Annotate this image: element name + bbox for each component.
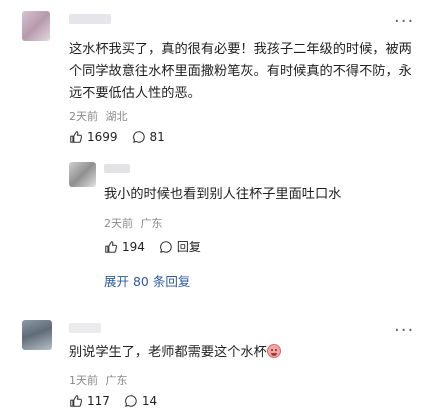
expand-replies-link[interactable]: 展开 80 条回复 bbox=[104, 271, 190, 290]
comment-icon bbox=[124, 395, 137, 407]
comment-meta: 1天前 广东 bbox=[69, 372, 128, 388]
comment-button[interactable]: 14 bbox=[124, 394, 157, 408]
reply-meta: 2天前 广东 bbox=[104, 215, 163, 231]
reply-label: 回复 bbox=[176, 240, 201, 254]
reply-button[interactable]: 回复 bbox=[159, 238, 201, 255]
avatar[interactable] bbox=[22, 11, 50, 41]
like-button[interactable]: 1699 bbox=[69, 130, 118, 144]
reply-text: 我小的时候也看到别人往杯子里面吐口水 bbox=[104, 187, 342, 202]
comment-button[interactable]: 81 bbox=[132, 130, 165, 144]
avatar[interactable] bbox=[22, 320, 52, 350]
comment-count: 14 bbox=[141, 394, 158, 408]
thumbs-up-icon bbox=[105, 240, 118, 253]
comment-time: 2天前 bbox=[69, 110, 98, 123]
laughing-emoji-icon bbox=[266, 344, 281, 358]
comment-location: 广东 bbox=[105, 374, 128, 387]
username[interactable] bbox=[69, 323, 101, 333]
more-dots-icon[interactable]: ··· bbox=[394, 13, 414, 31]
like-count: 117 bbox=[87, 394, 110, 408]
thumbs-up-icon bbox=[70, 131, 83, 143]
reply-avatar[interactable] bbox=[69, 162, 96, 187]
comment-icon bbox=[132, 131, 145, 143]
comment-actions: 117 14 bbox=[69, 394, 157, 408]
comment-text: 这水杯我买了，真的很有必要！我孩子二年级的时候，被两个同学故意往水杯里面撒粉笔灰… bbox=[69, 42, 412, 101]
more-dots-icon[interactable]: ··· bbox=[394, 322, 414, 340]
reply-actions: 194 回复 bbox=[104, 238, 201, 255]
username[interactable] bbox=[69, 14, 111, 24]
reply-location: 广东 bbox=[140, 217, 163, 230]
comment-actions: 1699 81 bbox=[69, 130, 165, 144]
comment-text: 别说学生了，老师都需要这个水杯 bbox=[69, 342, 409, 364]
reply-like-button[interactable]: 194 bbox=[104, 240, 145, 254]
comment-time: 1天前 bbox=[69, 374, 98, 387]
comment-location: 湖北 bbox=[105, 110, 128, 123]
comment-icon bbox=[159, 240, 172, 253]
reply-time: 2天前 bbox=[104, 217, 133, 230]
reply-username[interactable] bbox=[104, 164, 130, 173]
comment-text-content: 别说学生了，老师都需要这个水杯 bbox=[69, 345, 267, 360]
like-button[interactable]: 117 bbox=[69, 394, 110, 408]
like-count: 1699 bbox=[87, 130, 118, 144]
comment-count: 81 bbox=[149, 130, 165, 144]
reply-like-count: 194 bbox=[122, 239, 145, 254]
comment-meta: 2天前 湖北 bbox=[69, 108, 128, 124]
thumbs-up-icon bbox=[70, 395, 83, 407]
